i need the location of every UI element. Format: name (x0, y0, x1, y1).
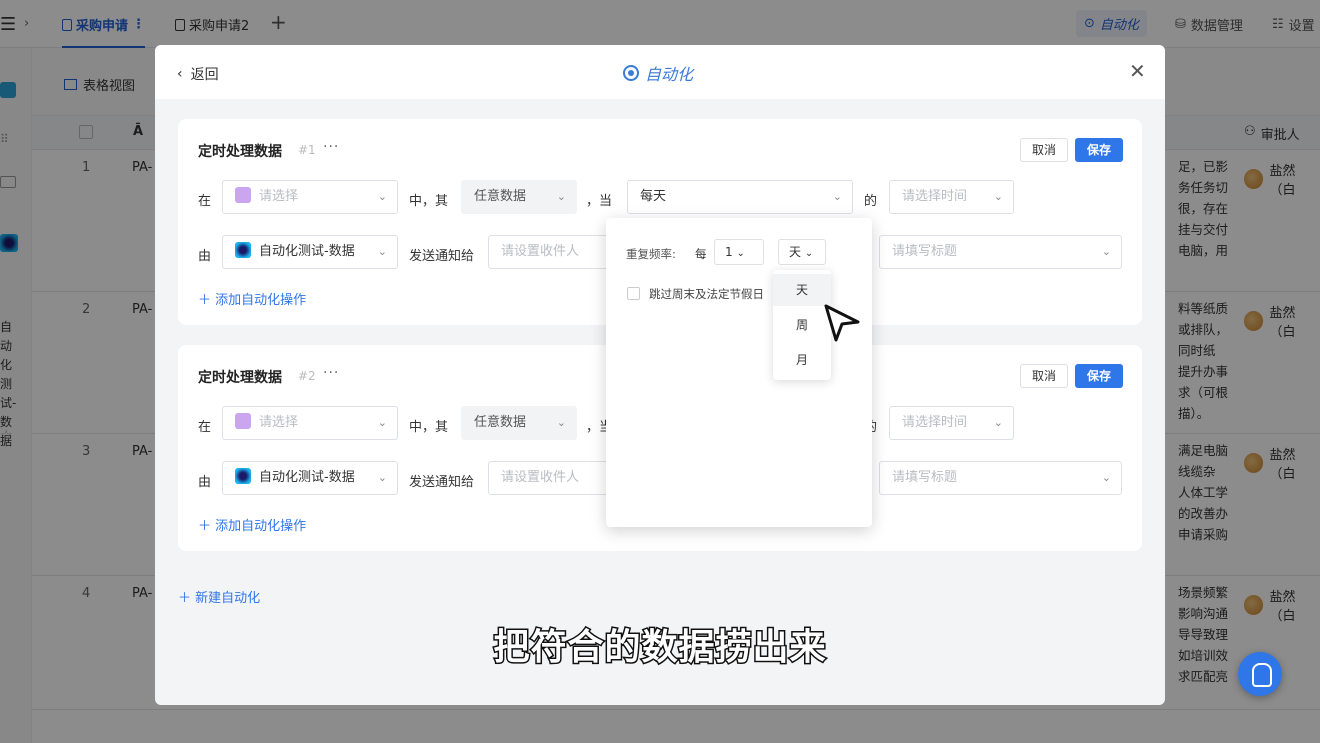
table-select[interactable]: 请选择 ⌄ (222, 406, 398, 440)
unit-option-month[interactable]: 月 (773, 344, 831, 376)
back-label: 返回 (190, 67, 219, 83)
time-select[interactable]: 请选择时间 ⌄ (889, 406, 1014, 440)
cancel-button[interactable]: 取消 (1020, 364, 1068, 388)
label-when: ，当 (586, 194, 613, 209)
close-icon[interactable]: ✕ (1129, 59, 1146, 83)
recipient-input[interactable]: 请设置收件人 (488, 461, 608, 495)
chevron-down-icon: ⌄ (377, 190, 387, 203)
app-icon (235, 242, 251, 258)
label-by: 由 (198, 475, 212, 490)
title-input[interactable]: 请填写标题 ⌄ (879, 235, 1122, 269)
source-select[interactable]: 自动化测试-数据 ⌄ (222, 461, 398, 495)
data-condition-select[interactable]: 任意数据 ⌄ (461, 180, 577, 214)
label-in: 在 (198, 420, 212, 435)
chevron-down-icon: ⌄ (1101, 245, 1111, 258)
chevron-down-icon: ⌄ (1101, 471, 1111, 484)
frequency-select[interactable]: 每天 ⌄ (627, 180, 853, 214)
save-button[interactable]: 保存 (1075, 138, 1123, 162)
modal-header: ‹ 返回 自动化 ✕ (155, 45, 1165, 99)
modal-title: 自动化 (623, 61, 693, 85)
label-mid: 中，其 (409, 420, 449, 435)
chevron-down-icon: ⌄ (993, 190, 1003, 203)
video-subtitle: 把符合的数据捞出来 (492, 626, 827, 670)
label-send: 发送通知给 (409, 249, 475, 264)
label-in: 在 (198, 194, 212, 209)
card-title: 定时处理数据 (198, 370, 282, 386)
data-condition-select[interactable]: 任意数据 ⌄ (461, 406, 577, 440)
skip-holidays-label: 跳过周末及法定节假日 (649, 287, 764, 301)
label-send: 发送通知给 (409, 475, 475, 490)
skip-holidays-checkbox[interactable] (627, 287, 640, 300)
label-by: 由 (198, 249, 212, 264)
table-icon (235, 187, 251, 203)
every-label: 每 (695, 247, 707, 261)
chevron-down-icon: ⌄ (377, 416, 387, 429)
frequency-popup: 重复频率: 每 1 ⌄ 天 ⌄ 跳过周末及法定节假日 天 周 月 (606, 218, 872, 527)
more-icon[interactable]: ··· (323, 139, 339, 155)
chevron-down-icon: ⌄ (556, 190, 566, 203)
card-id: #2 (298, 369, 316, 383)
app-icon (235, 468, 251, 484)
cancel-button[interactable]: 取消 (1020, 138, 1068, 162)
card-id: #1 (298, 143, 316, 157)
table-select[interactable]: 请选择 ⌄ (222, 180, 398, 214)
chevron-down-icon: ⌄ (993, 416, 1003, 429)
repeat-label: 重复频率: (626, 247, 676, 261)
chevron-down-icon: ⌄ (377, 471, 387, 484)
modal-title-text: 自动化 (645, 65, 694, 84)
time-select[interactable]: 请选择时间 ⌄ (889, 180, 1014, 214)
add-automation-action-button[interactable]: ＋ 添加自动化操作 (198, 515, 306, 534)
interval-select[interactable]: 1 ⌄ (714, 239, 764, 265)
automation-icon (623, 65, 639, 81)
label-of: 的 (864, 194, 878, 209)
chevron-down-icon: ⌄ (556, 416, 566, 429)
mouse-cursor-icon (824, 304, 860, 342)
save-button[interactable]: 保存 (1075, 364, 1123, 388)
back-button[interactable]: ‹ 返回 (177, 64, 219, 84)
chevron-down-icon: ⌄ (377, 245, 387, 258)
recipient-input[interactable]: 请设置收件人 (488, 235, 608, 269)
title-input[interactable]: 请填写标题 ⌄ (879, 461, 1122, 495)
chevron-down-icon: ⌄ (832, 190, 842, 203)
more-icon[interactable]: ··· (323, 365, 339, 381)
chevron-left-icon: ‹ (177, 66, 183, 82)
unit-select[interactable]: 天 ⌄ (778, 239, 826, 265)
chevron-down-icon: ⌄ (804, 248, 814, 259)
table-icon (235, 413, 251, 429)
source-select[interactable]: 自动化测试-数据 ⌄ (222, 235, 398, 269)
label-mid: 中，其 (409, 194, 449, 209)
add-automation-action-button[interactable]: ＋ 添加自动化操作 (198, 289, 306, 308)
card-title: 定时处理数据 (198, 144, 282, 160)
chevron-down-icon: ⌄ (736, 248, 745, 259)
new-automation-button[interactable]: ＋ 新建自动化 (178, 587, 260, 606)
